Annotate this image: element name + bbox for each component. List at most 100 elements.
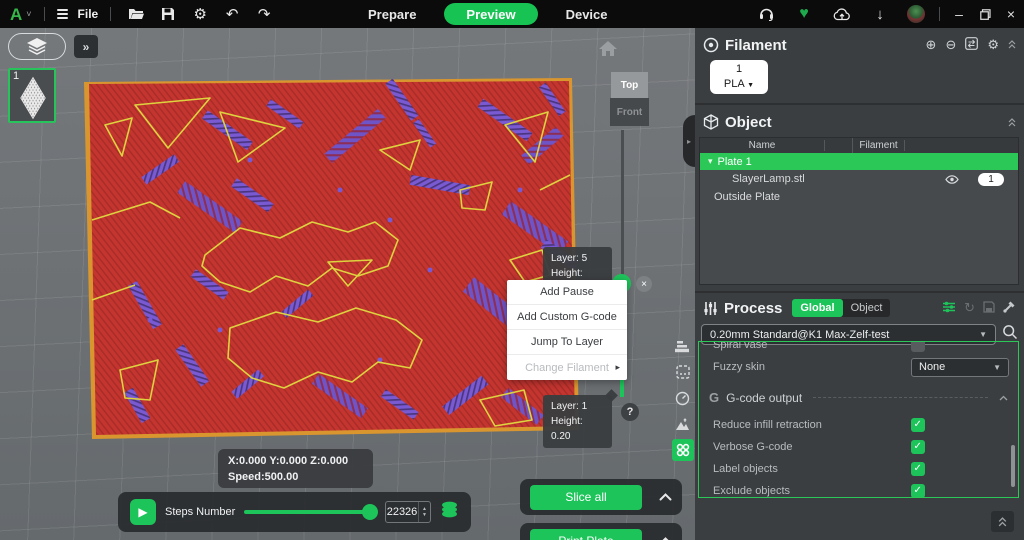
layer-stack-icon[interactable]	[440, 501, 459, 523]
object-row-plate-1[interactable]: ▾ Plate 1	[700, 153, 1018, 170]
steps-playback-bar: ▶ Steps Number 22326 ▲ ▼	[118, 492, 471, 532]
layer-tooltip-lower: Layer: 1 Height: 0.20	[543, 395, 612, 448]
reduce-infill-retraction-checkbox[interactable]	[911, 418, 925, 432]
process-settings-scroll-area[interactable]: Spiral vase Fuzzy skin None ▼ G G-code o…	[698, 341, 1019, 498]
steps-stepper[interactable]: ▲ ▼	[418, 502, 430, 522]
menu-item-change-filament: Change Filament ▸	[507, 355, 627, 380]
filament-collapse-icon[interactable]	[1008, 40, 1016, 51]
save-icon[interactable]	[155, 3, 181, 25]
slice-all-button[interactable]: Slice all	[530, 485, 642, 510]
model-filament-badge[interactable]: 1	[978, 173, 1004, 186]
setting-row-exclude-objects: Exclude objects	[699, 481, 1018, 498]
preview-mode-toolbar	[670, 335, 695, 461]
exclude-objects-checkbox[interactable]	[911, 484, 925, 498]
divider	[110, 7, 111, 21]
home-view-icon[interactable]	[598, 40, 618, 62]
logo-chevron-icon[interactable]: ˅	[26, 9, 31, 19]
calibration-tool-icon[interactable]	[1003, 300, 1016, 316]
column-name: Name	[700, 140, 825, 151]
steps-number-input[interactable]: 22326 ▲ ▼	[385, 501, 431, 523]
process-title: Process	[724, 300, 782, 317]
seam-icon[interactable]	[672, 413, 694, 435]
filament-settings-gear-icon[interactable]: ⚙	[987, 37, 999, 53]
spiral-vase-checkbox[interactable]	[911, 341, 925, 352]
tab-prepare[interactable]: Prepare	[358, 0, 426, 28]
setting-row-verbose-gcode: Verbose G-code	[699, 437, 1018, 457]
layers-view-button[interactable]	[8, 33, 66, 60]
slice-options-chevron-icon[interactable]	[659, 488, 672, 506]
open-folder-icon[interactable]	[123, 3, 149, 25]
plate-thumbnail[interactable]: 1	[8, 68, 56, 123]
sync-filament-icon[interactable]	[965, 37, 978, 53]
row-expand-arrow-icon[interactable]: ▾	[708, 156, 713, 167]
window-close-button[interactable]: ×	[998, 0, 1024, 28]
panel-collapse-handle[interactable]: ▸	[683, 115, 695, 167]
verbose-gcode-checkbox[interactable]	[911, 440, 925, 454]
steps-slider-handle[interactable]	[362, 504, 378, 520]
cloud-upload-icon[interactable]	[830, 3, 854, 25]
label-objects-checkbox[interactable]	[911, 462, 925, 476]
help-button[interactable]: ?	[621, 403, 639, 421]
setting-row-label-objects: Label objects	[699, 459, 1018, 479]
window-maximize-button[interactable]	[972, 0, 998, 28]
user-avatar[interactable]	[907, 5, 925, 23]
step-down-icon: ▼	[422, 513, 427, 518]
redo-icon[interactable]: ↷	[251, 3, 277, 25]
print-options-chevron-icon[interactable]	[659, 532, 672, 540]
speed-gauge-icon[interactable]	[672, 387, 694, 409]
filament-slot-card[interactable]: 1 PLA ▼	[710, 60, 768, 94]
menu-item-add-custom-gcode[interactable]: Add Custom G-code	[507, 305, 627, 330]
remove-filament-icon[interactable]: ⊖	[945, 37, 956, 53]
divider	[695, 103, 1024, 105]
process-tab-object[interactable]: Object	[843, 299, 891, 317]
window-minimize-button[interactable]: –	[946, 0, 972, 28]
sliced-plate-preview	[80, 70, 580, 445]
preview-viewport[interactable]: » 1 Top Front + × Layer: 5 Height: 1.00 …	[0, 28, 695, 540]
menu-item-add-pause[interactable]: Add Pause	[507, 280, 627, 305]
viewcube-front-face[interactable]: Front	[610, 98, 649, 126]
steps-slider[interactable]	[244, 510, 376, 514]
tab-preview[interactable]: Preview	[444, 3, 537, 25]
layer-slider-close-button[interactable]: ×	[636, 276, 652, 292]
object-cube-icon	[703, 114, 719, 130]
line-type-icon[interactable]	[672, 335, 694, 357]
object-collapse-icon[interactable]	[1008, 115, 1016, 130]
setting-row-reduce-infill-retraction: Reduce infill retraction	[699, 415, 1018, 435]
reset-preset-icon: ↻	[964, 300, 975, 316]
settings-scrollbar[interactable]	[1011, 445, 1015, 487]
preset-name: 0.20mm Standard@K1 Max-Zelf-test	[710, 329, 889, 341]
app-logo[interactable]: A	[10, 6, 22, 23]
menu-icon[interactable]	[57, 9, 68, 19]
print-plate-button[interactable]: Print Plate	[530, 529, 642, 540]
expand-plates-button[interactable]: »	[74, 35, 98, 58]
right-panel: Filament ⊕ ⊖ ⚙ 1 PLA ▼ Object Name	[695, 28, 1024, 540]
tab-device[interactable]: Device	[556, 0, 618, 28]
filament-dropdown-caret-icon[interactable]: ▼	[747, 82, 754, 89]
object-row-outside-plate[interactable]: Outside Plate	[700, 188, 1018, 206]
file-menu[interactable]: File	[78, 7, 99, 21]
menu-item-jump-to-layer[interactable]: Jump To Layer	[507, 330, 627, 355]
object-row-model[interactable]: SlayerLamp.stl 1	[700, 170, 1018, 188]
download-icon[interactable]: ↓	[868, 3, 892, 25]
undo-icon[interactable]: ↶	[219, 3, 245, 25]
add-filament-icon[interactable]: ⊕	[926, 37, 937, 53]
tune-params-icon[interactable]	[942, 301, 956, 316]
fuzzy-skin-select[interactable]: None ▼	[911, 358, 1009, 377]
structure-icon[interactable]	[672, 361, 694, 383]
settings-gear-icon[interactable]: ⚙	[187, 3, 213, 25]
layer-slider-track-upper[interactable]	[621, 130, 624, 283]
layers-icon	[26, 37, 48, 57]
favorites-heart-icon[interactable]: ♥	[792, 3, 816, 25]
color-scheme-icon[interactable]	[672, 439, 694, 461]
support-headset-icon[interactable]	[754, 3, 778, 25]
column-filament: Filament	[853, 140, 905, 151]
process-tab-global[interactable]: Global	[792, 299, 842, 317]
collapse-all-button[interactable]	[991, 511, 1014, 532]
top-bar: A ˅ File ⚙ ↶ ↷ Prepare Preview Device ♥ …	[0, 0, 1024, 28]
process-scope-tabs: Global Object	[792, 299, 890, 317]
viewcube-top-face[interactable]: Top	[611, 72, 648, 98]
play-button[interactable]: ▶	[130, 499, 156, 525]
visibility-eye-icon[interactable]	[938, 175, 966, 184]
submenu-arrow-icon: ▸	[615, 362, 620, 373]
section-collapse-icon[interactable]	[999, 393, 1008, 403]
